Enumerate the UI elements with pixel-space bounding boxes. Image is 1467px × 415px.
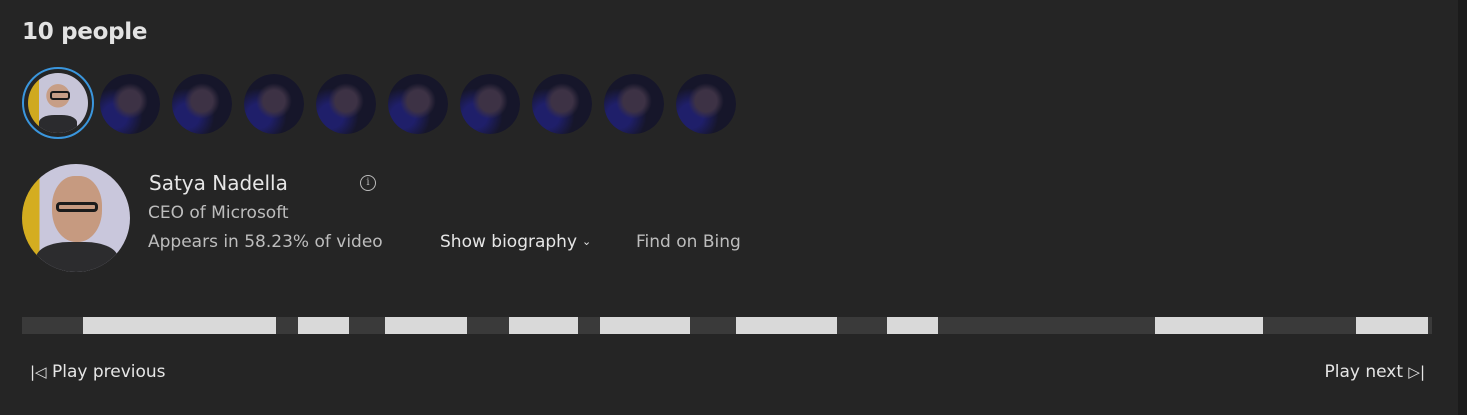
person-thumbnail-5[interactable] [316,74,376,134]
timeline-segment[interactable] [887,317,938,334]
timeline-segment[interactable] [600,317,690,334]
appearance-percentage: Appears in 58.23% of video [148,232,383,252]
person-thumbnail-8[interactable] [532,74,592,134]
appearance-timeline[interactable] [22,317,1432,334]
person-thumbnail-10[interactable] [676,74,736,134]
person-thumbnail-4[interactable] [244,74,304,134]
person-thumbnail-6[interactable] [388,74,448,134]
avatar [532,74,592,134]
chevron-down-icon: ⌄ [582,235,592,248]
play-next-button[interactable]: Play next ▷| [1324,362,1425,382]
person-thumbnail-3[interactable] [172,74,232,134]
person-name: Satya Nadella [149,171,288,195]
timeline-segment[interactable] [298,317,349,334]
avatar [316,74,376,134]
person-thumbnail-9[interactable] [604,74,664,134]
skip-next-icon: ▷| [1408,363,1425,381]
people-count-title: 10 people [22,19,148,45]
avatar [604,74,664,134]
timeline-segment[interactable] [509,317,578,334]
scrollbar-edge [1458,0,1467,415]
person-thumbnail-7[interactable] [460,74,520,134]
info-icon[interactable]: i [360,175,376,191]
timeline-segment[interactable] [1356,317,1428,334]
play-previous-label: Play previous [52,362,166,382]
show-biography-label: Show biography [440,232,578,252]
show-biography-button[interactable]: Show biography ⌄ [440,232,591,252]
timeline-segment[interactable] [1155,317,1263,334]
timeline-segment[interactable] [385,317,467,334]
find-on-bing-link[interactable]: Find on Bing [636,232,741,252]
person-role: CEO of Microsoft [148,203,289,223]
avatar [460,74,520,134]
play-previous-button[interactable]: |◁ Play previous [30,362,166,382]
person-thumbnail-2[interactable] [100,74,160,134]
avatar [676,74,736,134]
avatar [244,74,304,134]
play-next-label: Play next [1324,362,1403,382]
avatar [100,74,160,134]
avatar [28,73,88,133]
avatar [172,74,232,134]
skip-previous-icon: |◁ [30,363,47,381]
person-thumbnail-1[interactable] [22,67,94,139]
person-portrait [22,164,130,272]
timeline-segment[interactable] [83,317,276,334]
timeline-segment[interactable] [736,317,837,334]
avatar [388,74,448,134]
